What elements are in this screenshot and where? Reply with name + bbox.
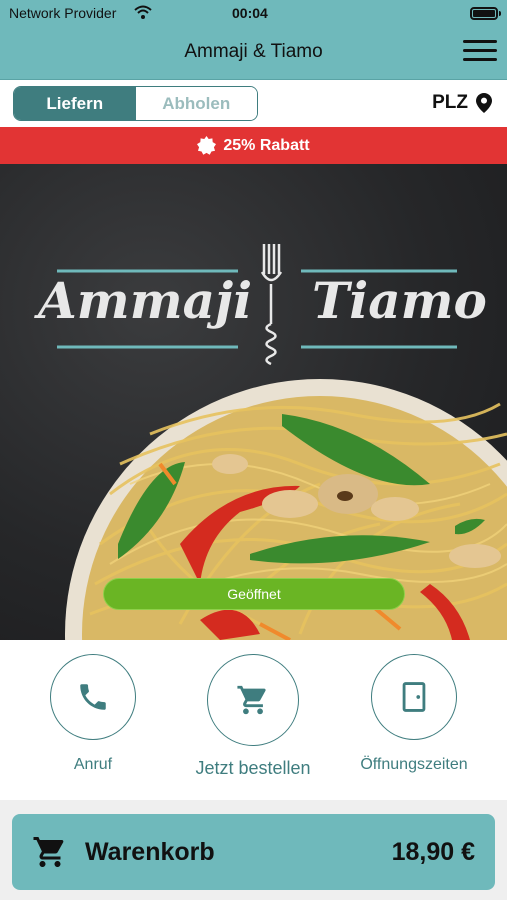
open-status-button[interactable]: Geöffnet [103,578,405,610]
app-header: Ammaji & Tiamo [0,26,507,80]
call-label: Anruf [73,756,113,773]
cart-button[interactable]: Warenkorb 18,90 € [12,814,495,890]
postcode-selector[interactable]: PLZ [432,92,492,114]
postcode-label: PLZ [432,92,468,113]
phone-icon [80,684,106,710]
discount-text: 25% Rabatt [223,136,310,154]
page-title: Ammaji & Tiamo [184,41,323,62]
order-mode-toggle: Liefern Abholen [13,86,258,121]
order-mode-bar: Liefern Abholen PLZ [0,80,507,127]
opening-hours-label: Öffnungszeiten [360,756,468,773]
noodle-dish-image [57,244,507,640]
network-provider: Network Provider [9,5,117,21]
order-now-button[interactable] [207,654,299,746]
call-action[interactable]: Anruf [28,654,158,774]
order-now-action[interactable]: Jetzt bestellen [188,654,318,779]
quick-actions: Anruf Jetzt bestellen Öffnungszeiten [0,640,507,800]
call-button[interactable] [50,654,136,740]
hero-banner: Ammaji Tiamo Geöffnet [0,164,507,640]
status-bar: Network Provider 00:04 [0,0,507,26]
opening-hours-action[interactable]: Öffnungszeiten [349,654,479,774]
logo-text-left: Ammaji [38,271,253,330]
location-pin-icon [476,93,492,113]
wifi-icon [134,5,152,19]
order-now-label: Jetzt bestellen [195,758,311,778]
door-icon [402,682,426,712]
logo-text-right: Tiamo [312,271,487,330]
battery-icon [470,7,501,20]
cart-label: Warenkorb [85,837,215,866]
cart-total: 18,90 € [391,837,475,866]
badge-icon [197,136,217,155]
discount-banner: 25% Rabatt [0,127,507,164]
pickup-option[interactable]: Abholen [135,87,257,120]
cart-icon [33,837,64,867]
opening-hours-button[interactable] [371,654,457,740]
cart-icon [237,685,266,715]
hamburger-menu-icon[interactable] [463,40,497,64]
cart-footer: Warenkorb 18,90 € [0,800,507,900]
clock: 00:04 [232,5,268,21]
delivery-option[interactable]: Liefern [14,87,136,120]
